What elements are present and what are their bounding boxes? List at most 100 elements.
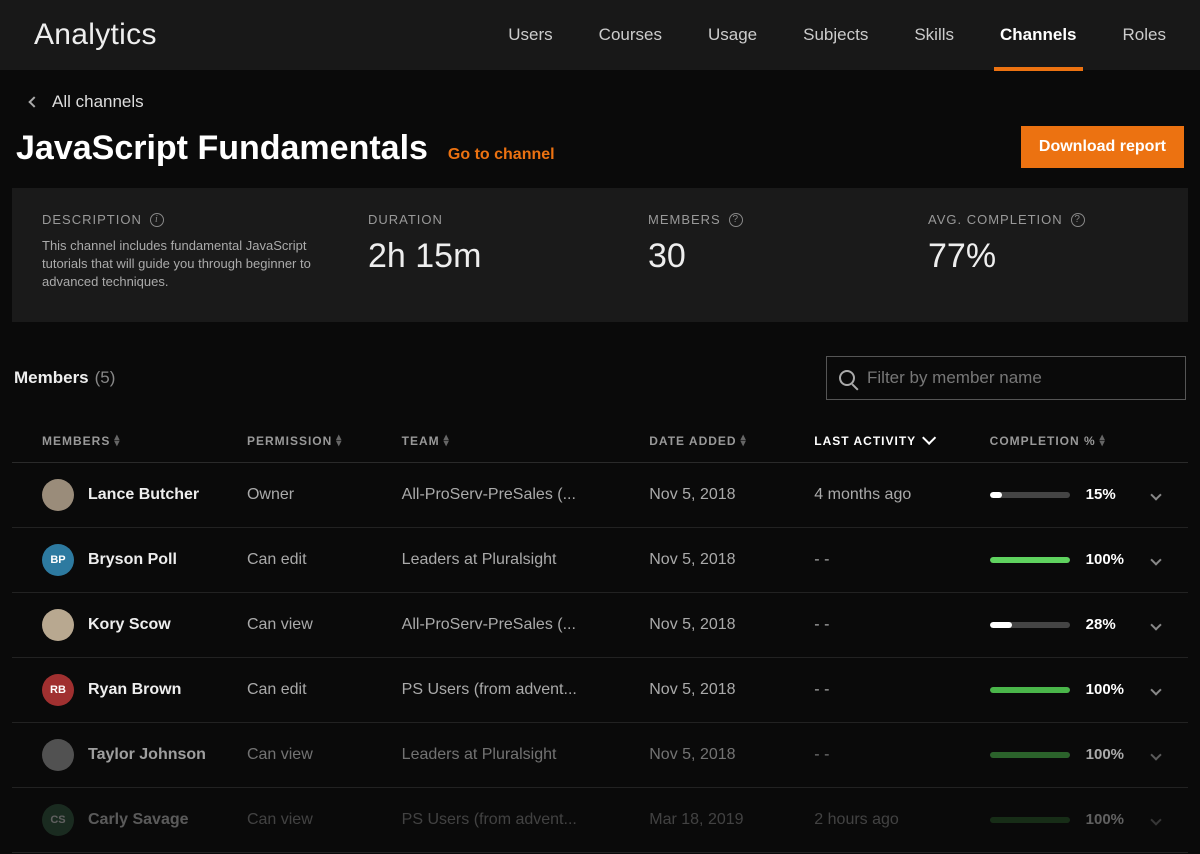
help-icon[interactable] xyxy=(729,213,743,227)
member-name: Bryson Poll xyxy=(88,551,177,569)
progress-bar xyxy=(990,752,1070,758)
chevron-down-icon[interactable] xyxy=(1150,489,1161,500)
completion-value: 100% xyxy=(1086,551,1130,568)
members-title: Members xyxy=(14,368,89,388)
member-search-box[interactable] xyxy=(826,356,1186,400)
avg-completion-value: 77% xyxy=(928,237,1158,276)
chevron-down-icon[interactable] xyxy=(1150,749,1161,760)
col-members[interactable]: MEMBERS xyxy=(12,420,239,463)
member-name: Kory Scow xyxy=(88,616,171,634)
chevron-down-icon[interactable] xyxy=(1150,619,1161,630)
completion-value: 28% xyxy=(1086,616,1130,633)
table-row[interactable]: CS Carly Savage Can viewPS Users (from adv… xyxy=(12,787,1188,852)
team-cell: All-ProServ-PreSales (... xyxy=(394,592,642,657)
nav-item-courses[interactable]: Courses xyxy=(599,0,662,70)
completion-value: 15% xyxy=(1086,486,1130,503)
duration-value: 2h 15m xyxy=(368,237,598,276)
date-added-cell: Nov 5, 2018 xyxy=(641,462,806,527)
summary-duration: DURATION 2h 15m xyxy=(368,212,598,292)
page-body: All channels JavaScript Fundamentals Go … xyxy=(0,70,1200,853)
sort-icon xyxy=(741,435,747,447)
progress-bar xyxy=(990,817,1070,823)
permission-cell: Can view xyxy=(239,592,394,657)
team-cell: Leaders at Pluralsight xyxy=(394,722,642,787)
team-cell: PS Users (from advent... xyxy=(394,657,642,722)
nav-item-subjects[interactable]: Subjects xyxy=(803,0,868,70)
main-nav: Users Courses Usage Subjects Skills Channels R… xyxy=(508,0,1166,70)
last-activity-cell: - - xyxy=(806,722,981,787)
sort-icon xyxy=(114,435,120,447)
members-label: MEMBERS xyxy=(648,212,878,227)
date-added-cell: Nov 5, 2018 xyxy=(641,657,806,722)
chevron-down-icon[interactable] xyxy=(1150,554,1161,565)
nav-item-usage[interactable]: Usage xyxy=(708,0,757,70)
members-table: MEMBERS PERMISSION TEAM DATE ADDED LAST … xyxy=(12,420,1188,853)
completion-value: 100% xyxy=(1086,681,1130,698)
summary-panel: DESCRIPTION This channel includes fundam… xyxy=(12,188,1188,322)
title-row: JavaScript Fundamentals Go to channel Do… xyxy=(12,126,1188,188)
avatar xyxy=(42,739,74,771)
help-icon[interactable] xyxy=(1071,213,1085,227)
chevron-down-icon[interactable] xyxy=(1150,684,1161,695)
progress-bar xyxy=(990,557,1070,563)
col-last-activity[interactable]: LAST ACTIVITY xyxy=(806,420,981,463)
nav-item-users[interactable]: Users xyxy=(508,0,552,70)
description-label: DESCRIPTION xyxy=(42,212,318,227)
last-activity-cell: - - xyxy=(806,592,981,657)
permission-cell: Can view xyxy=(239,787,394,852)
avatar: CS xyxy=(42,804,74,836)
col-date-added[interactable]: DATE ADDED xyxy=(641,420,806,463)
date-added-cell: Nov 5, 2018 xyxy=(641,592,806,657)
progress-bar xyxy=(990,492,1070,498)
summary-description: DESCRIPTION This channel includes fundam… xyxy=(42,212,318,292)
date-added-cell: Nov 5, 2018 xyxy=(641,527,806,592)
member-name: Ryan Brown xyxy=(88,681,181,699)
col-completion[interactable]: COMPLETION % xyxy=(982,420,1188,463)
last-activity-cell: 2 hours ago xyxy=(806,787,981,852)
last-activity-cell: - - xyxy=(806,657,981,722)
team-cell: Leaders at Pluralsight xyxy=(394,527,642,592)
search-icon xyxy=(839,370,855,386)
member-name: Carly Savage xyxy=(88,811,189,829)
avatar: BP xyxy=(42,544,74,576)
nav-item-channels[interactable]: Channels xyxy=(1000,0,1077,70)
breadcrumb-back[interactable]: All channels xyxy=(12,92,1188,112)
download-report-button[interactable]: Download report xyxy=(1021,126,1184,168)
permission-cell: Owner xyxy=(239,462,394,527)
summary-avg-completion: AVG. COMPLETION 77% xyxy=(928,212,1158,292)
info-icon[interactable] xyxy=(150,213,164,227)
sort-icon xyxy=(1100,435,1106,447)
go-to-channel-link[interactable]: Go to channel xyxy=(448,146,555,168)
chevron-left-icon xyxy=(28,96,39,107)
last-activity-cell: 4 months ago xyxy=(806,462,981,527)
progress-bar xyxy=(990,687,1070,693)
breadcrumb-label: All channels xyxy=(52,92,144,112)
table-row[interactable]: Lance ButcherOwnerAll-ProServ-PreSales (… xyxy=(12,462,1188,527)
col-permission[interactable]: PERMISSION xyxy=(239,420,394,463)
table-row[interactable]: RBRyan BrownCan editPS Users (from adven… xyxy=(12,657,1188,722)
team-cell: All-ProServ-PreSales (... xyxy=(394,462,642,527)
duration-label: DURATION xyxy=(368,212,598,227)
progress-bar xyxy=(990,622,1070,628)
chevron-down-icon xyxy=(922,434,932,448)
chevron-down-icon[interactable] xyxy=(1150,814,1161,825)
sort-icon xyxy=(444,435,450,447)
nav-item-roles[interactable]: Roles xyxy=(1123,0,1166,70)
table-row[interactable]: Taylor Johnson Can viewLeaders at Plurals… xyxy=(12,722,1188,787)
nav-item-skills[interactable]: Skills xyxy=(914,0,954,70)
table-row[interactable]: Kory Scow Can viewAll-ProServ-PreSales (.… xyxy=(12,592,1188,657)
table-row[interactable]: BP Bryson Poll Can editLeaders at Pluralsi… xyxy=(12,527,1188,592)
avatar xyxy=(42,479,74,511)
members-header: Members (5) xyxy=(12,356,1188,400)
col-team[interactable]: TEAM xyxy=(394,420,642,463)
team-cell: PS Users (from advent... xyxy=(394,787,642,852)
completion-value: 100% xyxy=(1086,746,1130,763)
brand-title: Analytics xyxy=(34,18,157,52)
member-name: Taylor Johnson xyxy=(88,746,206,764)
permission-cell: Can edit xyxy=(239,527,394,592)
members-value: 30 xyxy=(648,237,878,276)
member-search-input[interactable] xyxy=(867,368,1173,388)
members-count: (5) xyxy=(95,368,116,388)
permission-cell: Can view xyxy=(239,722,394,787)
permission-cell: Can edit xyxy=(239,657,394,722)
